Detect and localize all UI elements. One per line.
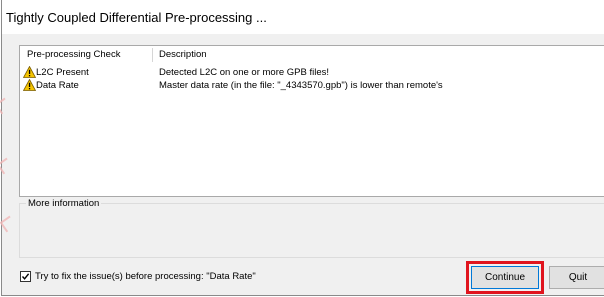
checks-list[interactable]: Pre-processing Check Description L2C Pre… <box>19 45 604 197</box>
check-name: L2C Present <box>36 67 89 78</box>
warning-icon <box>23 66 36 78</box>
list-item[interactable]: L2C Present Detected L2C on one or more … <box>20 66 604 79</box>
preprocessing-dialog: Tightly Coupled Differential Pre-process… <box>1 0 604 296</box>
fix-issues-label[interactable]: Try to fix the issue(s) before processin… <box>35 270 256 283</box>
title-bar[interactable]: Tightly Coupled Differential Pre-process… <box>2 0 604 34</box>
column-header-description[interactable]: Description <box>159 46 207 65</box>
check-description: Detected L2C on one or more GPB files! <box>159 67 330 78</box>
checkmark-icon <box>21 273 30 280</box>
window-title: Tightly Coupled Differential Pre-process… <box>6 10 267 25</box>
fix-issues-checkbox[interactable] <box>20 271 31 282</box>
continue-button[interactable]: Continue <box>471 266 539 289</box>
quit-button[interactable]: Quit <box>549 266 604 289</box>
list-item[interactable]: Data Rate Master data rate (in the file:… <box>20 79 604 92</box>
more-information-label: More information <box>26 198 102 209</box>
check-name: Data Rate <box>36 80 79 91</box>
check-description: Master data rate (in the file: "_4343570… <box>159 80 443 91</box>
warning-icon <box>23 79 36 91</box>
column-separator[interactable] <box>152 48 153 62</box>
column-header-check[interactable]: Pre-processing Check <box>27 46 120 65</box>
more-information-group: More information <box>19 198 604 258</box>
